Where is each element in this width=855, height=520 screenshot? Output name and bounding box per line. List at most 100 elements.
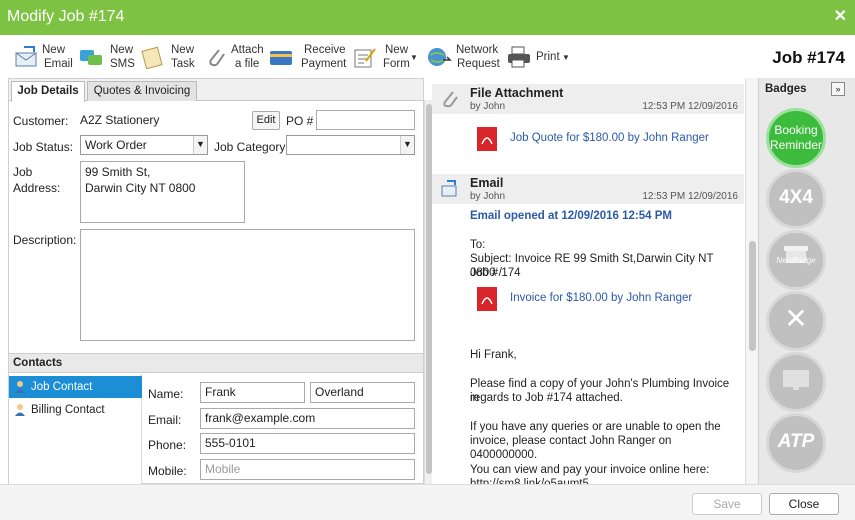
activity-entry-header: Email by John 12:53 PM 12/09/2016	[432, 174, 744, 204]
badge-atp[interactable]: ATP	[766, 413, 826, 473]
contacts-heading: Contacts	[9, 353, 423, 373]
email-field[interactable]: frank@example.com	[200, 408, 415, 429]
chevron-down-icon: ▼	[193, 136, 207, 154]
name-label: Name:	[148, 387, 184, 401]
new-email-label-1: New	[42, 44, 66, 56]
network-request-button[interactable]: Network Request	[426, 41, 500, 73]
badge-booking-reminder[interactable]: Booking Reminder	[766, 108, 826, 168]
attach-file-label-1: Attach	[231, 44, 264, 56]
email-body-link[interactable]: http://sm8.link/o5aumt5	[470, 477, 740, 484]
job-address-input[interactable]: 99 Smith St, Darwin City NT 0800	[80, 161, 245, 223]
monitor-icon	[783, 370, 809, 390]
badges-panel: Badges » Booking Reminder 4X4 NewBadge ✕…	[758, 78, 855, 484]
attach-file-button[interactable]: Attach a file	[204, 41, 264, 73]
email-body-line: If you have any queries or are unable to…	[470, 421, 721, 433]
paperclip-icon	[209, 49, 225, 67]
window-title: Modify Job #174	[7, 8, 125, 25]
toolbar: New Email New SMS New Task Attach a file…	[0, 35, 855, 77]
badge-new-badge[interactable]: NewBadge	[766, 230, 826, 290]
close-icon: ✕	[784, 303, 808, 334]
email-opened-status: Email opened at 12/09/2016 12:54 PM	[470, 210, 672, 222]
job-address-label-1: Job	[13, 165, 33, 179]
tab-quotes-invoicing[interactable]: Quotes & Invoicing	[87, 81, 197, 101]
activity-time: 12:53 PM 12/09/2016	[642, 191, 738, 202]
contact-item-job[interactable]: Job Contact	[9, 376, 142, 398]
badge-4x4[interactable]: 4X4	[766, 169, 826, 229]
pdf-icon	[477, 287, 497, 311]
close-icon[interactable]: ✕	[834, 6, 847, 26]
expand-icon[interactable]: »	[831, 82, 845, 96]
new-form-label-2: Form	[383, 58, 410, 70]
email-body-line: invoice, please contact John Ranger on 0…	[470, 435, 672, 461]
payment-icon	[270, 51, 292, 65]
email-icon	[441, 180, 457, 197]
receive-payment-button[interactable]: Receive Payment	[268, 41, 348, 73]
footer: Save Close	[0, 484, 855, 520]
contact-list: Job Contact Billing Contact	[9, 374, 142, 485]
email-subject-line-2: Job # 174	[470, 267, 521, 279]
edit-customer-button[interactable]: Edit	[252, 111, 280, 130]
tab-job-details[interactable]: Job Details	[11, 81, 85, 102]
title-bar: Modify Job #174 ✕	[0, 0, 855, 35]
email-greeting: Hi Frank,	[470, 349, 517, 361]
new-form-button[interactable]: New Form ▼	[352, 41, 418, 73]
job-address-label-2: Address:	[13, 181, 61, 195]
activity-author: by John	[470, 191, 506, 202]
badge-monitor[interactable]	[766, 352, 826, 412]
badge-cancel[interactable]: ✕	[766, 291, 826, 351]
email-body-line: You can view and pay your invoice online…	[470, 464, 710, 476]
new-sms-label-1: New	[110, 44, 134, 56]
receive-payment-label-1: Receive	[304, 44, 346, 56]
po-label: PO #	[286, 114, 314, 128]
new-sms-button[interactable]: New SMS	[78, 41, 136, 73]
job-heading: Job #174	[772, 48, 845, 67]
new-task-button[interactable]: New Task	[140, 41, 196, 73]
first-name-input[interactable]: Frank	[200, 382, 305, 403]
new-email-button[interactable]: New Email	[14, 41, 74, 73]
globe-icon	[428, 48, 452, 66]
job-category-select[interactable]: ▼	[286, 135, 415, 155]
contact-item-label: Job Contact	[31, 381, 93, 393]
paperclip-icon	[443, 91, 458, 108]
person-icon	[15, 381, 25, 393]
customer-label: Customer:	[13, 114, 69, 128]
last-name-input[interactable]: Overland	[310, 382, 415, 403]
print-dropdown-icon: ▼	[562, 53, 570, 62]
form-icon	[354, 48, 376, 68]
activity-scroll-thumb[interactable]	[749, 241, 756, 351]
job-category-label: Job Category	[214, 140, 286, 154]
email-body-line: regards to Job #174 attached.	[470, 392, 623, 404]
attachment-link[interactable]: Invoice for $180.00 by John Ranger	[474, 284, 692, 312]
task-icon	[141, 46, 163, 69]
save-button[interactable]: Save	[692, 493, 762, 515]
attachment-link[interactable]: Job Quote for $180.00 by John Ranger	[474, 124, 709, 152]
description-label: Description:	[13, 233, 77, 247]
badge-label: NewBadge	[776, 256, 816, 265]
new-task-label-2: Task	[171, 58, 195, 70]
email-label: Email:	[148, 413, 182, 427]
job-status-select[interactable]: Work Order ▼	[80, 135, 208, 155]
phone-label: Phone:	[148, 438, 187, 452]
print-label: Print	[536, 51, 560, 63]
print-button[interactable]: Print ▼	[506, 41, 570, 73]
close-button[interactable]: Close	[769, 493, 839, 515]
new-form-label-1: New	[385, 44, 409, 56]
activity-type: Email	[470, 176, 504, 190]
job-details-panel: Job Details Quotes & Invoicing Customer:…	[8, 78, 424, 485]
po-input[interactable]	[316, 110, 415, 130]
job-status-label: Job Status:	[13, 140, 74, 154]
new-sms-label-2: SMS	[110, 58, 135, 70]
activity-scrollbar[interactable]	[745, 78, 758, 484]
customer-value: A2Z Stationery	[80, 113, 160, 127]
details-scrollbar[interactable]	[424, 100, 432, 484]
printer-icon	[508, 46, 530, 68]
attachment-label: Invoice for $180.00 by John Ranger	[510, 292, 693, 304]
job-address-line-2: Darwin City NT 0800	[85, 181, 196, 195]
phone-field[interactable]: 555-0101	[200, 433, 415, 454]
activity-entry-header: File Attachment by John 12:53 PM 12/09/2…	[432, 84, 744, 114]
description-input[interactable]	[80, 229, 415, 341]
mobile-field[interactable]: Mobile	[200, 459, 415, 480]
attach-file-label-2: a file	[235, 58, 260, 70]
contact-item-billing[interactable]: Billing Contact	[9, 399, 142, 421]
new-form-dropdown-icon: ▼	[410, 53, 418, 62]
